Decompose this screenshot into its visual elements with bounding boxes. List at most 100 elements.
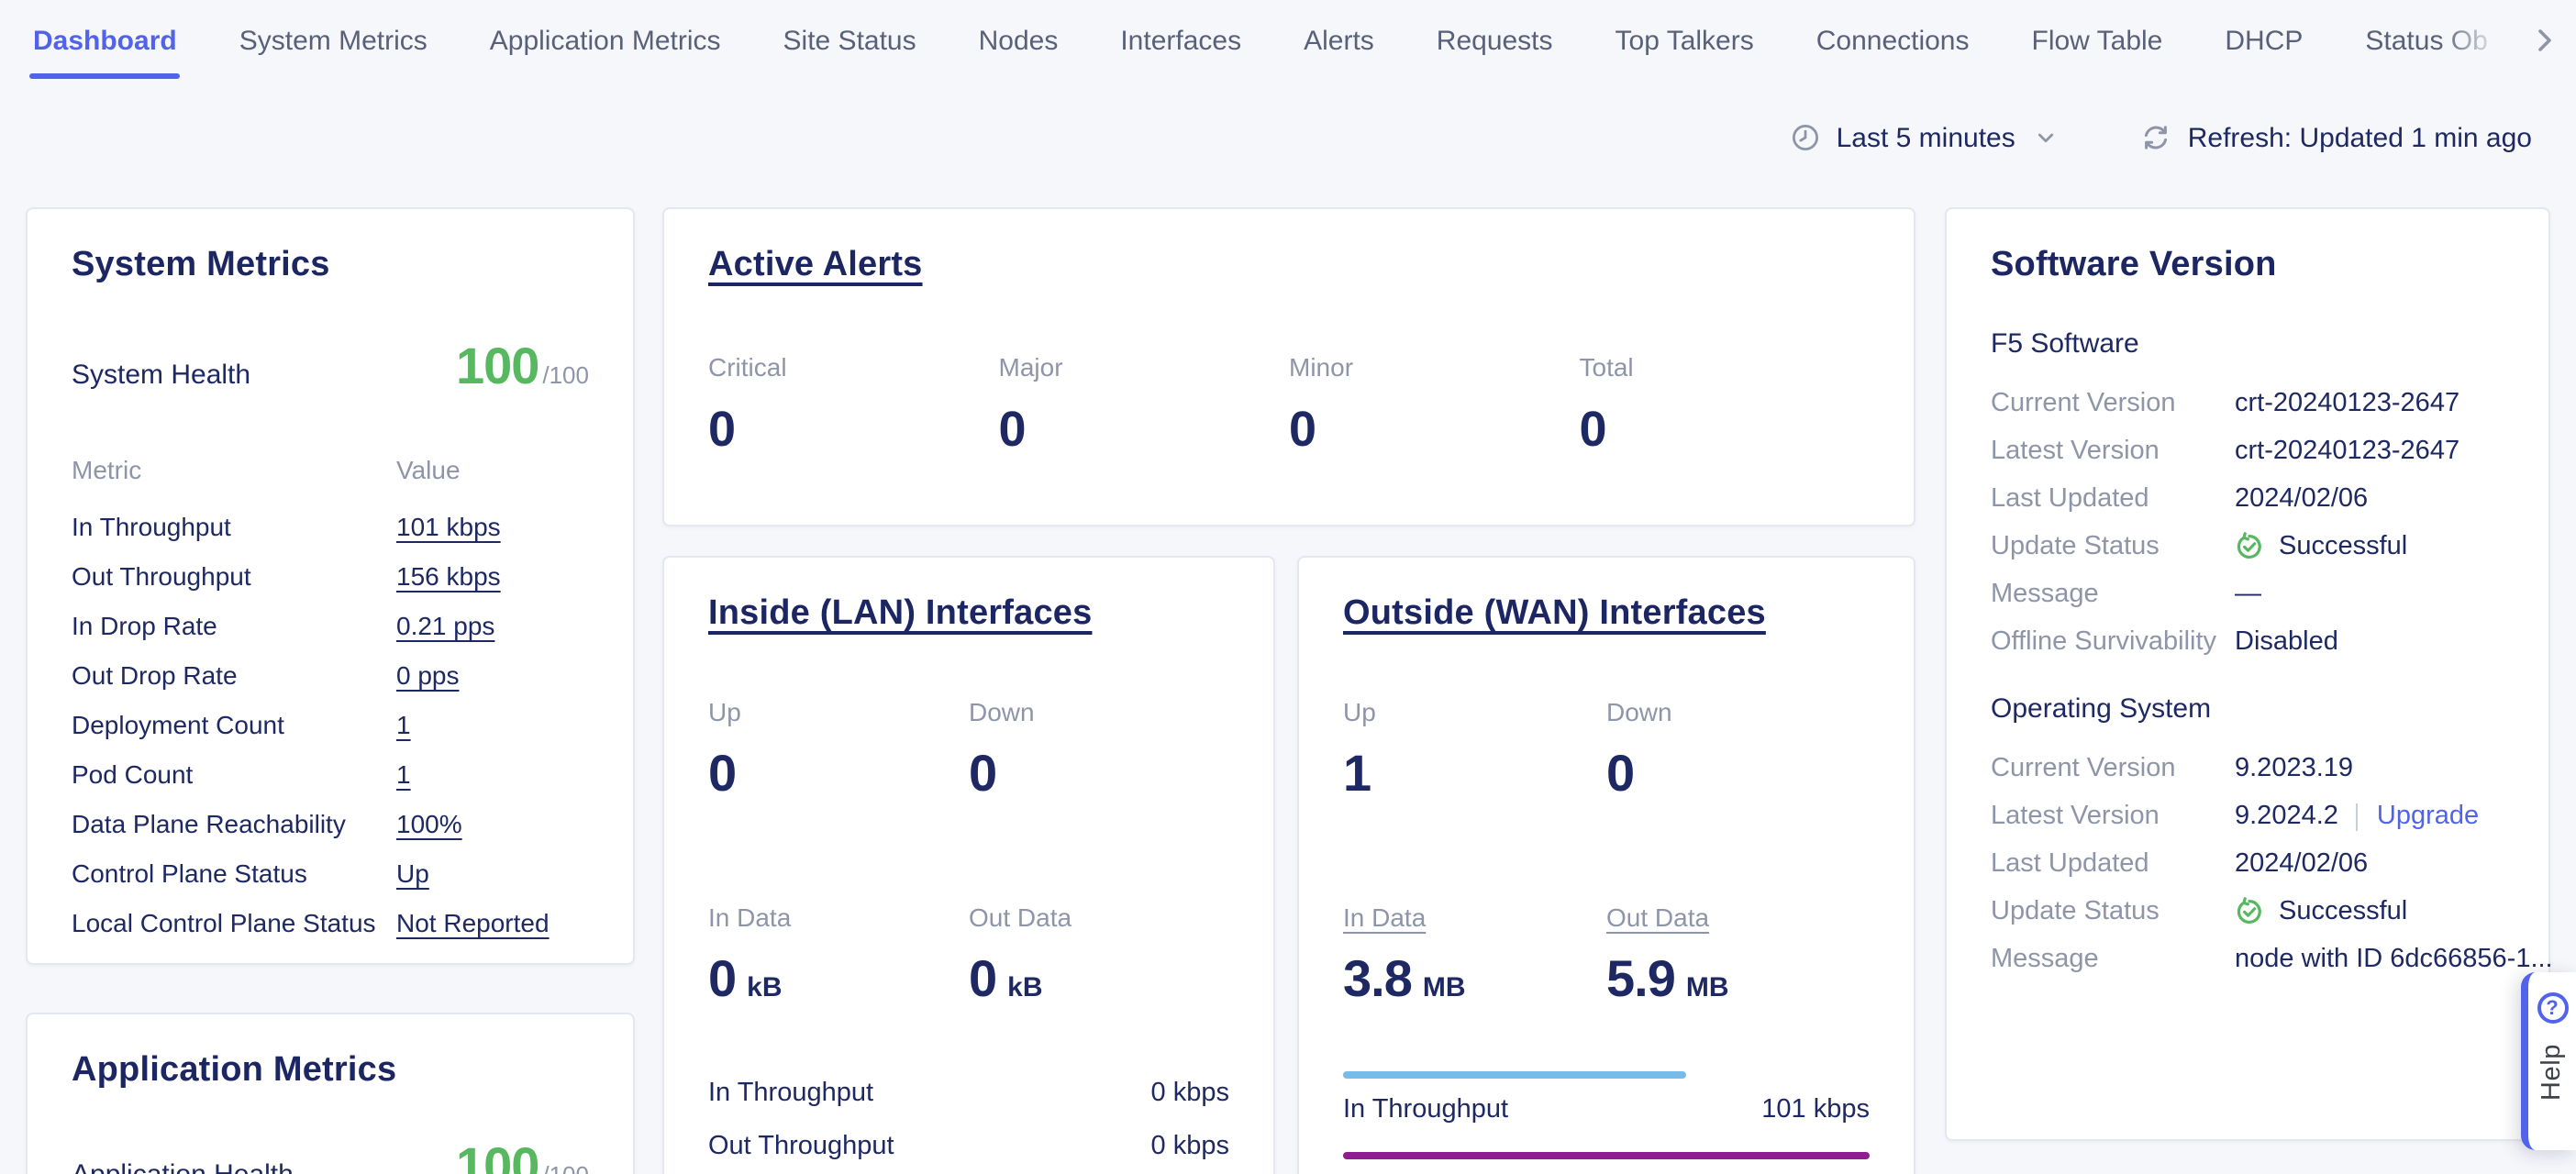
system-health-label: System Health (72, 360, 250, 391)
tab-requests[interactable]: Requests (1437, 0, 1553, 81)
current-version-value: crt-20240123-2647 (2235, 389, 2504, 418)
help-icon: ? (2537, 992, 2568, 1024)
tab-connections[interactable]: Connections (1816, 0, 1970, 81)
message-label: Message (1991, 580, 2235, 609)
help-button[interactable]: ? Help (2521, 972, 2576, 1150)
tab-alerts[interactable]: Alerts (1304, 0, 1374, 81)
wan-in-data-link[interactable]: In Data (1343, 903, 1426, 932)
metric-label: Out Throughput (72, 560, 396, 590)
tab-flow-table[interactable]: Flow Table (2032, 0, 2163, 81)
tab-status-objects[interactable]: Status Ob (2365, 0, 2487, 81)
update-status-label: Update Status (1991, 897, 2235, 926)
f5-software-heading: F5 Software (1991, 328, 2504, 360)
metric-value-link[interactable]: 100% (396, 808, 462, 837)
wan-out-throughput-bar (1343, 1152, 1870, 1159)
table-row: Current Version crt-20240123-2647 (1991, 380, 2504, 427)
table-row: Out Drop Rate0 pps (72, 649, 589, 699)
latest-version-value: crt-20240123-2647 (2235, 437, 2504, 466)
application-health-score: 100 (456, 1141, 539, 1174)
last-updated-label: Last Updated (1991, 484, 2235, 514)
wan-in-throughput-label: In Throughput (1343, 1095, 1508, 1124)
alert-major-count: 0 (999, 402, 1290, 459)
metric-value-link[interactable]: 101 kbps (396, 511, 501, 540)
tab-top-talkers[interactable]: Top Talkers (1616, 0, 1754, 81)
tab-application-metrics[interactable]: Application Metrics (490, 0, 721, 81)
nav-scroll-right-button[interactable] (2528, 24, 2561, 57)
update-status-label: Update Status (1991, 532, 2235, 561)
metric-value-link[interactable]: Up (396, 858, 429, 887)
wan-down-label: Down (1606, 697, 1870, 726)
f5-software-rows: Current Version crt-20240123-2647 Latest… (1991, 380, 2504, 666)
metric-value-link[interactable]: 1 (396, 759, 411, 788)
lan-in-throughput-row: In Throughput 0 kbps (708, 1079, 1229, 1108)
application-health-max: /100 (542, 1161, 589, 1174)
alert-minor-count: 0 (1289, 402, 1580, 459)
operating-system-heading: Operating System (1991, 693, 2504, 725)
table-row: Update Status Successful (1991, 523, 2504, 570)
update-status-value: Successful (2279, 897, 2407, 926)
metric-label: Data Plane Reachability (72, 808, 396, 837)
active-alerts-title-link[interactable]: Active Alerts (708, 246, 923, 286)
latest-version-value: 9.2024.2 (2235, 802, 2338, 831)
wan-updown-stats: Up 1 Down 0 (1299, 697, 1914, 800)
operating-system-rows: Current Version 9.2023.19 Latest Version… (1991, 745, 2504, 983)
tab-interfaces[interactable]: Interfaces (1120, 0, 1241, 81)
refresh-label: Refresh: Updated 1 min ago (2188, 122, 2532, 153)
metric-value-link[interactable]: Not Reported (396, 907, 550, 936)
lan-updown-stats: Up 0 Down 0 (664, 697, 1273, 800)
wan-data-stats: In Data 3.8MB Out Data 5.9MB (1299, 903, 1914, 1005)
help-label: Help (2537, 1044, 2567, 1101)
metric-value-link[interactable]: 156 kbps (396, 560, 501, 590)
tab-dhcp[interactable]: DHCP (2225, 0, 2303, 81)
lan-out-throughput-label: Out Throughput (708, 1132, 894, 1161)
tab-dashboard[interactable]: Dashboard (33, 0, 177, 81)
metric-label: Out Drop Rate (72, 659, 396, 689)
upgrade-link[interactable]: Upgrade (2377, 802, 2479, 831)
wan-in-throughput-bar (1343, 1071, 1685, 1079)
message-value: — (2235, 580, 2504, 609)
wan-interfaces-card: Outside (WAN) Interfaces Up 1 Down 0 In … (1297, 556, 1915, 1174)
table-row: Latest Version 9.2024.2 Upgrade (1991, 792, 2504, 840)
refresh-icon (2142, 123, 2171, 152)
time-range-label: Last 5 minutes (1837, 122, 2015, 153)
table-row: Latest Version crt-20240123-2647 (1991, 427, 2504, 475)
software-version-card: Software Version F5 Software Current Ver… (1945, 207, 2550, 1141)
wan-up-label: Up (1343, 697, 1606, 726)
tab-site-status[interactable]: Site Status (783, 0, 916, 81)
software-version-title: Software Version (1947, 209, 2548, 286)
wan-out-data-link[interactable]: Out Data (1606, 903, 1709, 932)
system-health-row: System Health 100 /100 (28, 341, 633, 393)
lan-interfaces-card: Inside (LAN) Interfaces Up 0 Down 0 In D… (662, 556, 1275, 1174)
alert-critical-count: 0 (708, 402, 999, 459)
refresh-control[interactable]: Refresh: Updated 1 min ago (2142, 122, 2532, 153)
wan-out-data-value: 5.9 (1606, 954, 1675, 1005)
lan-down-count: 0 (969, 748, 996, 800)
time-range-selector[interactable]: Last 5 minutes (1791, 122, 2058, 153)
wan-out-data-unit: MB (1686, 972, 1729, 1003)
lan-out-throughput-value: 0 kbps (1151, 1132, 1229, 1161)
wan-in-data-value: 3.8 (1343, 954, 1412, 1005)
metric-value-link[interactable]: 0.21 pps (396, 610, 494, 639)
tab-system-metrics[interactable]: System Metrics (239, 0, 427, 81)
lan-interfaces-title-link[interactable]: Inside (LAN) Interfaces (708, 594, 1092, 635)
table-row: In Drop Rate0.21 pps (72, 600, 589, 649)
wan-interfaces-title-link[interactable]: Outside (WAN) Interfaces (1343, 594, 1766, 635)
lan-in-throughput-label: In Throughput (708, 1079, 873, 1108)
tab-nodes[interactable]: Nodes (979, 0, 1059, 81)
table-row: Out Throughput156 kbps (72, 550, 589, 600)
message-label: Message (1991, 945, 2235, 974)
metric-value-link[interactable]: 1 (396, 709, 411, 738)
lan-down-label: Down (969, 697, 1229, 726)
latest-version-label: Latest Version (1991, 802, 2235, 831)
chevron-right-icon (2530, 26, 2559, 55)
offline-survivability-value: Disabled (2235, 627, 2504, 657)
system-metrics-title: System Metrics (28, 209, 633, 286)
metric-value-link[interactable]: 0 pps (396, 659, 460, 689)
table-row: Update Status Successful (1991, 888, 2504, 936)
metric-label: In Throughput (72, 511, 396, 540)
alert-major-label: Major (999, 352, 1290, 382)
alert-total-label: Total (1580, 352, 1871, 382)
toolbar: Last 5 minutes Refresh: Updated 1 min ag… (1791, 114, 2532, 161)
wan-throughput: In Throughput 101 kbps Out Throughput 15… (1299, 1071, 1914, 1174)
message-value: node with ID 6dc66856-1... (2235, 945, 2553, 974)
